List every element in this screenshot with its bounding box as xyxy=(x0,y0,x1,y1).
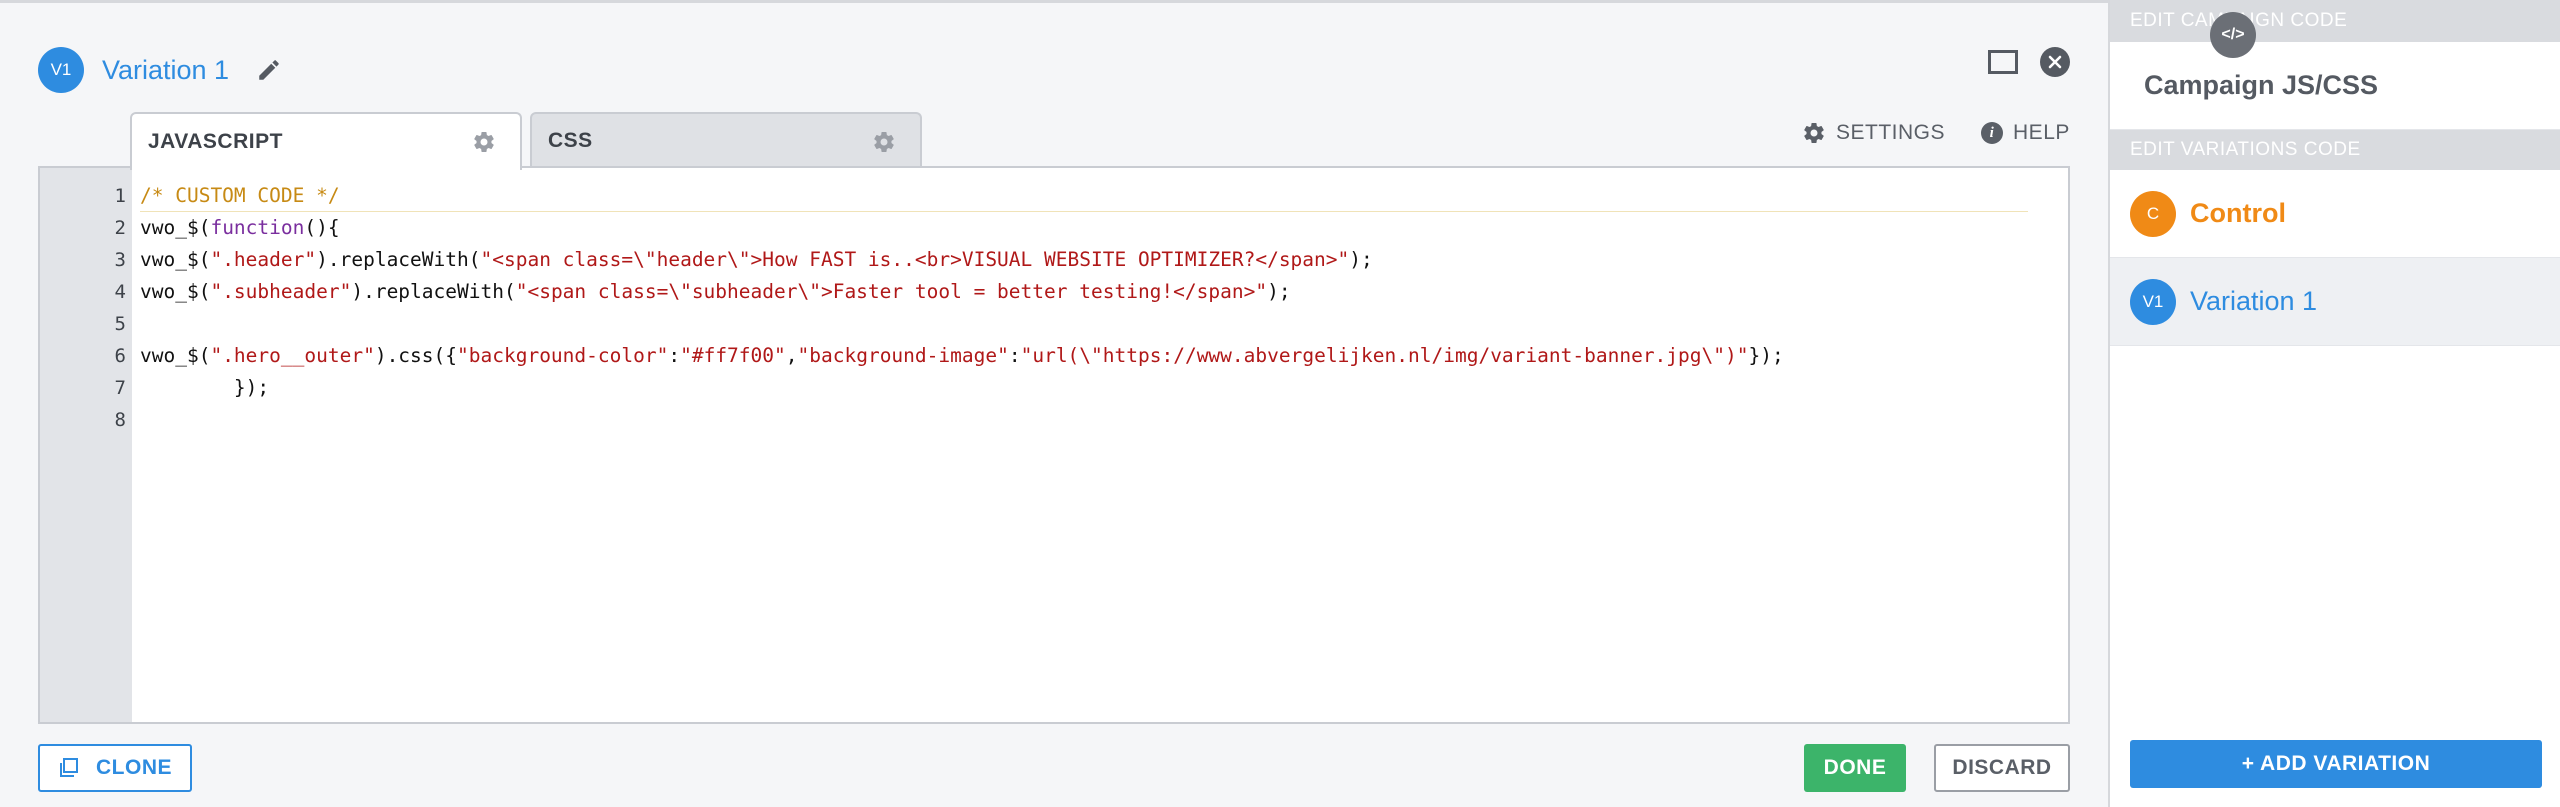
code-token: ".subheader" xyxy=(210,280,352,303)
maximize-icon[interactable] xyxy=(1988,50,2018,74)
code-token: }); xyxy=(1748,344,1784,367)
gear-icon xyxy=(1804,122,1824,143)
line-number: 2 xyxy=(114,217,126,239)
code-editor[interactable]: 12345678 /* CUSTOM CODE */vwo_$(function… xyxy=(38,166,2070,724)
code-content[interactable]: /* CUSTOM CODE */vwo_$(function(){vwo_$(… xyxy=(140,180,2028,436)
variation-header: V1 Variation 1 xyxy=(38,45,283,95)
code-line[interactable]: }); xyxy=(140,372,2028,404)
close-icon[interactable] xyxy=(2040,47,2070,77)
footer-actions: DONE DISCARD xyxy=(1804,744,2070,792)
control-badge: C xyxy=(2130,190,2176,237)
line-number: 5 xyxy=(114,313,126,335)
code-token: "#ff7f00" xyxy=(680,344,786,367)
campaign-item-label: Campaign JS/CSS xyxy=(2144,70,2379,100)
variation-badge: V1 xyxy=(2130,278,2176,325)
clone-button[interactable]: CLONE xyxy=(38,744,192,792)
code-line[interactable] xyxy=(140,404,2028,436)
code-token: ); xyxy=(1349,248,1373,271)
code-line[interactable]: vwo_$(".hero__outer").css({"background-c… xyxy=(140,340,2028,372)
code-token: ".hero__outer" xyxy=(210,344,375,367)
code-line[interactable] xyxy=(140,308,2028,340)
code-token: ".header" xyxy=(210,248,317,271)
line-number: 1 xyxy=(114,185,126,207)
code-token: ).replaceWith( xyxy=(316,248,481,271)
code-token: function xyxy=(210,216,305,239)
code-token: vwo_$( xyxy=(140,280,211,303)
variation-title: Variation 1 xyxy=(102,54,230,85)
code-token: vwo_$( xyxy=(140,248,211,271)
code-sidebar: EDIT CAMPAIGN CODE </> Campaign JS/CSS E… xyxy=(2108,0,2560,807)
tab-label: CSS xyxy=(548,129,593,152)
variation-item-label: Variation 1 xyxy=(2190,286,2318,316)
gear-icon[interactable] xyxy=(472,130,496,160)
tab-css[interactable]: CSS xyxy=(530,112,922,168)
line-gutter: 1 2 3 4 5 6 7 8 xyxy=(40,168,132,722)
footer-left: CLONE xyxy=(38,744,192,792)
code-token: ); xyxy=(1267,280,1291,303)
line-numbers: 1 2 3 4 5 6 7 8 xyxy=(40,180,126,436)
variation-badge: V1 xyxy=(38,47,84,93)
gear-icon[interactable] xyxy=(872,130,896,160)
tab-label: JAVASCRIPT xyxy=(148,130,283,153)
campaign-code-heading: EDIT CAMPAIGN CODE xyxy=(2110,0,2560,42)
code-token: ).replaceWith( xyxy=(351,280,516,303)
code-editor-window: V1 Variation 1 JAVASCRIPT CSS SETTINGS i… xyxy=(0,0,2560,807)
variation-item-control[interactable]: C Control xyxy=(2110,170,2560,258)
code-token: , xyxy=(785,344,798,367)
window-actions xyxy=(1988,47,2070,77)
code-token: vwo_$( xyxy=(140,344,211,367)
code-token: : xyxy=(1008,344,1021,367)
clone-label: CLONE xyxy=(96,756,172,779)
code-token: ).css({ xyxy=(374,344,458,367)
variations-code-heading: EDIT VARIATIONS CODE xyxy=(2110,130,2560,170)
code-token: "background-color" xyxy=(457,344,669,367)
help-button[interactable]: i HELP xyxy=(1981,121,2070,145)
info-icon: i xyxy=(1981,122,2004,144)
code-line[interactable]: vwo_$(".header").replaceWith("<span clas… xyxy=(140,244,2028,276)
code-line[interactable]: /* CUSTOM CODE */ xyxy=(140,180,2028,212)
line-number: 4 xyxy=(114,281,126,303)
line-number: 7 xyxy=(114,377,126,399)
code-icon: </> xyxy=(2210,12,2256,58)
code-token: "background-image" xyxy=(797,344,1009,367)
done-button[interactable]: DONE xyxy=(1804,744,1906,792)
pencil-icon[interactable] xyxy=(255,56,283,84)
code-token: : xyxy=(668,344,681,367)
campaign-js-css-item[interactable]: </> Campaign JS/CSS xyxy=(2110,12,2560,130)
clone-icon xyxy=(60,758,78,777)
code-token: "<span class=\"subheader\">Faster tool =… xyxy=(515,280,1268,303)
editor-panel: V1 Variation 1 JAVASCRIPT CSS SETTINGS i… xyxy=(0,3,2108,807)
line-number: 6 xyxy=(114,345,126,367)
code-token: }); xyxy=(140,376,270,399)
help-label: HELP xyxy=(2013,121,2070,144)
variation-item-variation-1[interactable]: V1 Variation 1 xyxy=(2110,258,2560,346)
settings-button[interactable]: SETTINGS xyxy=(1802,121,1945,145)
code-token: (){ xyxy=(304,216,340,239)
code-line[interactable]: vwo_$(".subheader").replaceWith("<span c… xyxy=(140,276,2028,308)
line-number: 3 xyxy=(114,249,126,271)
settings-label: SETTINGS xyxy=(1836,121,1946,144)
add-variation-button[interactable]: + ADD VARIATION xyxy=(2130,740,2542,788)
code-token: "<span class=\"header\">How FAST is..<br… xyxy=(480,248,1350,271)
variation-item-label: Control xyxy=(2190,198,2286,228)
code-token: /* CUSTOM CODE */ xyxy=(140,184,340,207)
discard-button[interactable]: DISCARD xyxy=(1934,744,2070,792)
line-number: 8 xyxy=(114,409,126,431)
code-line[interactable]: vwo_$(function(){ xyxy=(140,212,2028,244)
tab-javascript[interactable]: JAVASCRIPT xyxy=(130,112,522,170)
code-token: "url(\"https://www.abvergelijken.nl/img/… xyxy=(1020,344,1749,367)
editor-tools: SETTINGS i HELP xyxy=(1802,121,2070,145)
editor-tabs: JAVASCRIPT CSS xyxy=(130,112,922,170)
code-token: vwo_$( xyxy=(140,216,211,239)
